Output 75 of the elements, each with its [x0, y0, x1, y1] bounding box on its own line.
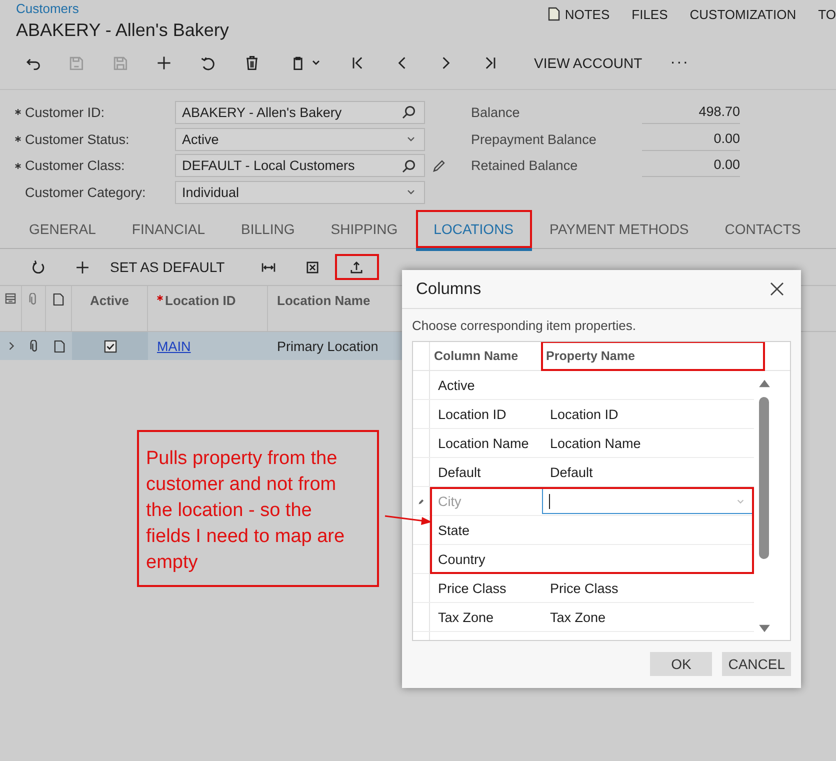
annotation-callout: Pulls property from the customer and not from the location - so the fields I need to map are empty [137, 430, 379, 587]
lookup-field[interactable]: DEFAULT - Local Customers [175, 154, 425, 178]
dialog-title: Columns [416, 280, 482, 298]
note-icon [548, 7, 560, 21]
table-cell: Price Class [438, 580, 506, 596]
paperclip-icon [29, 293, 38, 306]
dialog-button[interactable]: CANCEL [722, 652, 791, 676]
toolbar-button[interactable]: VIEW ACCOUNT [530, 48, 646, 78]
add-icon [74, 258, 90, 276]
checkbox[interactable] [104, 340, 116, 352]
close-icon [770, 282, 784, 296]
table-cell: Default [550, 464, 593, 480]
table-cell: Location ID [550, 406, 618, 422]
table-cell: Country [438, 552, 486, 566]
table-cell: Active [438, 378, 475, 392]
balance-label: Retained Balance [471, 158, 579, 174]
table-cell: Location Name [550, 436, 641, 450]
balance-value: 0.00 [642, 154, 740, 178]
pencil-icon [418, 498, 424, 504]
table-cell: State [438, 522, 470, 538]
page-title: ABAKERY - Allen's Bakery [16, 20, 229, 41]
property-select-field[interactable] [542, 488, 754, 514]
scroll-thumb[interactable] [759, 397, 769, 559]
dialog-instruction: Choose corresponding item properties. [412, 318, 638, 333]
tab[interactable]: FINANCIAL [114, 210, 224, 248]
table-cell: Price Class [550, 580, 618, 596]
document-icon [54, 340, 64, 352]
header-link[interactable]: FILES [632, 6, 668, 22]
column-header[interactable]: Location Name [277, 293, 370, 308]
balance-label: Prepayment Balance [471, 132, 598, 147]
text-cursor [549, 494, 550, 508]
select-field[interactable]: Active [175, 128, 425, 151]
header-link[interactable]: NOTES [548, 6, 610, 22]
tab[interactable]: CONTACTS [706, 210, 819, 248]
tab[interactable]: BILLING [223, 210, 313, 248]
table-cell: Tax Zone [438, 610, 494, 624]
balance-value: 0.00 [642, 128, 740, 151]
scroll-down-icon[interactable] [758, 624, 770, 633]
header-link[interactable]: CUSTOMIZATION [690, 6, 796, 22]
field-label: Customer Class: [25, 158, 126, 174]
toolbar-button[interactable]: ··· [666, 48, 694, 78]
search-icon [402, 105, 416, 120]
scroll-up-icon[interactable] [758, 379, 770, 388]
search-icon [402, 158, 416, 173]
balance-label: Balance [471, 104, 521, 120]
tab[interactable]: GENERAL [11, 210, 114, 248]
field-label: Customer Category: [25, 184, 147, 200]
field-label: Customer ID: [25, 104, 106, 120]
table-cell: Primary Location [277, 338, 378, 354]
table-cell: Tax Zone [550, 610, 606, 624]
table-cell: City [438, 494, 462, 508]
lookup-field[interactable]: ABAKERY - Allen's Bakery [175, 100, 425, 124]
expand-chevron-icon[interactable] [8, 341, 14, 351]
tab[interactable]: SHIPPING [312, 210, 416, 248]
files-icon [5, 293, 16, 304]
toolbar-button[interactable] [334, 254, 379, 280]
column-header[interactable]: Active [90, 293, 130, 308]
paperclip-icon [30, 340, 38, 352]
table-cell: Default [438, 464, 481, 480]
location-link[interactable]: MAIN [157, 338, 191, 354]
dialog-button[interactable]: OK [650, 652, 712, 676]
pencil-icon[interactable] [432, 158, 446, 173]
toolbar-button[interactable]: SET AS DEFAULT [104, 254, 239, 280]
upload-icon [348, 258, 366, 276]
excel-icon [304, 258, 322, 276]
header-link[interactable]: TO [818, 6, 836, 22]
table-cell: Location Name [438, 436, 529, 450]
field-label: Customer Status: [25, 132, 130, 147]
column-header[interactable]: Location ID [165, 293, 236, 308]
table-cell: Location ID [438, 406, 506, 422]
tab[interactable]: PAYMENT METHODS [532, 210, 707, 248]
balance-value: 498.70 [642, 100, 740, 124]
refresh-icon [30, 258, 46, 276]
document-icon [53, 293, 64, 306]
select-field[interactable]: Individual [175, 180, 425, 204]
